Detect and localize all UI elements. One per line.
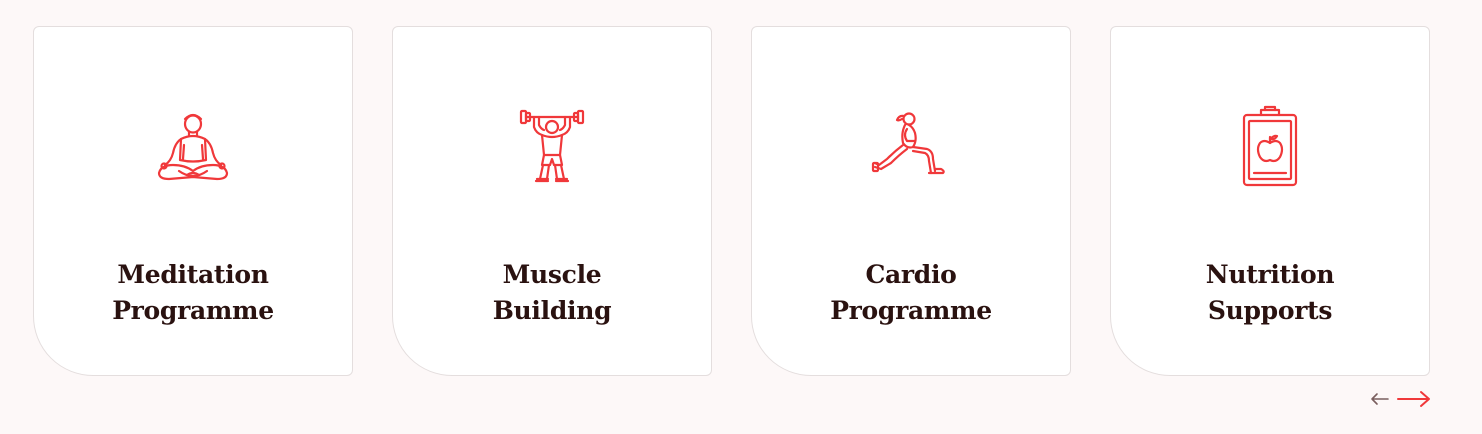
lunge-exercise-icon	[869, 105, 953, 189]
arrow-right-icon	[1397, 391, 1430, 407]
carousel-navigation	[1370, 384, 1432, 414]
meditation-icon	[151, 105, 235, 189]
nutrition-clipboard-icon	[1228, 105, 1312, 189]
card-title-line: Cardio	[865, 260, 957, 289]
card-title: Meditation Programme	[54, 257, 332, 329]
carousel-prev-button[interactable]	[1370, 392, 1390, 406]
card-title: Muscle Building	[413, 257, 691, 329]
program-card-meditation[interactable]: Meditation Programme	[33, 26, 353, 376]
card-title-line: Programme	[830, 296, 992, 325]
arrow-left-icon	[1371, 393, 1389, 405]
card-title-line: Supports	[1207, 296, 1333, 325]
program-card-carousel: Meditation Programme Muscle Building Car…	[33, 26, 1432, 378]
card-title-line: Muscle	[502, 260, 602, 289]
card-title: Cardio Programme	[772, 257, 1050, 329]
card-title-line: Programme	[112, 296, 274, 325]
program-card-nutrition[interactable]: Nutrition Supports	[1110, 26, 1430, 376]
weightlifting-icon	[510, 105, 594, 189]
card-title-line: Nutrition	[1205, 260, 1335, 289]
program-card-cardio[interactable]: Cardio Programme	[751, 26, 1071, 376]
program-card-muscle-building[interactable]: Muscle Building	[392, 26, 712, 376]
card-title-line: Building	[492, 296, 612, 325]
card-title-line: Meditation	[117, 260, 269, 289]
card-title: Nutrition Supports	[1131, 257, 1409, 329]
carousel-next-button[interactable]	[1396, 389, 1432, 409]
